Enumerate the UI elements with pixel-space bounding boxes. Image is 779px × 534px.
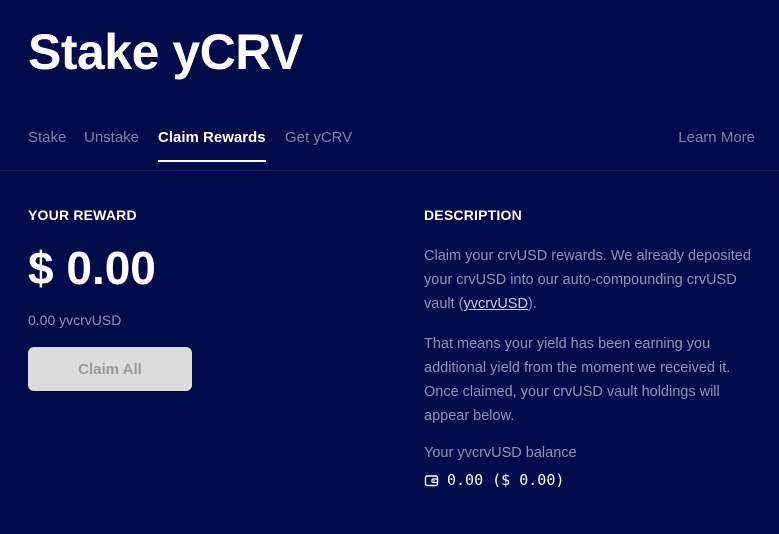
reward-amount: $ 0.00	[28, 242, 156, 294]
wallet-icon	[424, 473, 439, 488]
balance-label: Your yvcrvUSD balance	[424, 445, 577, 461]
balance-row: 0.00 ($ 0.00)	[424, 470, 564, 490]
reward-token-amount: 0.00 yvcrvUSD	[28, 312, 122, 328]
claim-all-button[interactable]: Claim All	[28, 347, 192, 391]
yvcrvusd-vault-link[interactable]: yvcrvUSD	[464, 296, 528, 312]
tab-get-ycrv[interactable]: Get yCRV	[285, 129, 352, 160]
page-title: Stake yCRV	[28, 24, 303, 80]
page: Stake yCRV Stake Unstake Claim Rewards G…	[0, 0, 779, 534]
description-paragraph-2: That means your yield has been earning y…	[424, 336, 731, 424]
description-text-end: ).	[527, 296, 537, 312]
learn-more-link[interactable]: Learn More	[678, 129, 755, 146]
description-paragraph-1: Claim your crvUSD rewards. We already de…	[424, 244, 754, 316]
description-heading: DESCRIPTION	[424, 207, 522, 223]
tab-unstake[interactable]: Unstake	[84, 129, 139, 160]
balance-value: 0.00 ($ 0.00)	[447, 471, 565, 489]
tab-claim-rewards[interactable]: Claim Rewards	[158, 129, 266, 162]
reward-heading: YOUR REWARD	[28, 207, 137, 223]
tab-bar: Stake Unstake Claim Rewards Get yCRV Lea…	[0, 120, 779, 171]
tab-stake[interactable]: Stake	[28, 129, 66, 160]
